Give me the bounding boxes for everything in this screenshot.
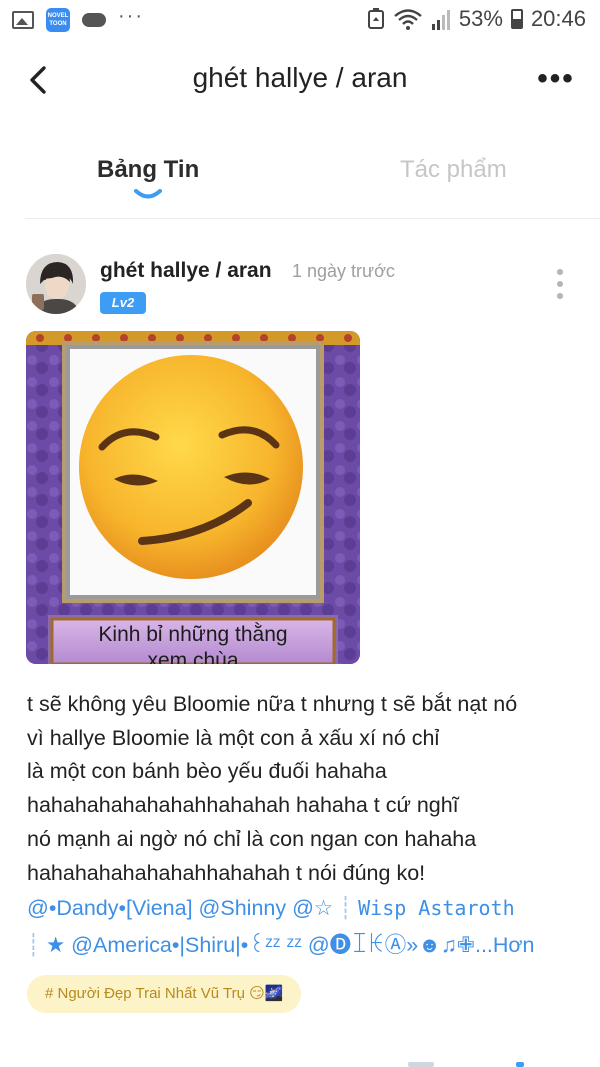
bottom-edge-fragment [516, 1062, 524, 1067]
hashtag-chip[interactable]: # Người Đẹp Trai Nhất Vũ Trụ 😏🌌 [27, 975, 302, 1013]
body-line: t sẽ không yêu Bloomie nữa t nhưng t sẽ … [27, 692, 518, 716]
mention-separator: ┊ [27, 933, 40, 957]
body-line: vì hallye Bloomie là một con ả xấu xí nó… [27, 725, 440, 750]
mention-links[interactable]: @•Dandy•[Viena] @Shinny @☆ [27, 896, 333, 920]
post-image[interactable]: Kinh bỉ những thằng xem chùa [26, 331, 360, 664]
image-caption-line2: xem chùa [147, 649, 238, 664]
noveltoon-app-icon: NOVEL TOON [46, 8, 70, 32]
body-line: là một con bánh bèo yếu đuối hahaha [27, 759, 387, 784]
image-caption-line1: Kinh bỉ những thằng [98, 623, 287, 646]
author-name[interactable]: ghét hallye / aran [100, 259, 272, 283]
app-header: ghét hallye / aran ••• [0, 42, 600, 118]
noveltoon-label: NOVEL TOON [47, 13, 69, 27]
active-tab-indicator [134, 189, 162, 199]
level-badge: Lv2 [100, 292, 146, 314]
signal-icon [431, 10, 450, 30]
more-notifications-icon: ··· [118, 4, 144, 27]
bottom-edge-fragment [408, 1062, 434, 1067]
data-saver-icon [367, 8, 384, 29]
body-line: hahahahahahahahhahahah hahaha t cứ nghĩ [27, 793, 459, 818]
more-horizontal-icon[interactable]: ••• [536, 64, 576, 94]
battery-percent: 53% [458, 6, 503, 31]
body-line: nó mạnh ai ngờ nó chỉ là con ngan con ha… [27, 826, 477, 851]
tab-works[interactable]: Tác phẩm [400, 156, 507, 184]
avatar[interactable] [26, 254, 86, 314]
tab-feed[interactable]: Bảng Tin [97, 156, 199, 184]
smirk-card-image: Kinh bỉ những thằng xem chùa [26, 331, 360, 664]
page-title: ghét hallye / aran [192, 62, 408, 93]
avatar-image [26, 254, 86, 314]
cloud-icon [82, 13, 106, 27]
post-body: t sẽ không yêu Bloomie nữa t nhưng t sẽ … [27, 688, 587, 890]
clock: 20:46 [530, 6, 586, 31]
body-line: hahahahahahahahhahahah t nói đúng ko! [27, 860, 426, 885]
wifi-icon [394, 9, 422, 30]
mentions-line-1: @•Dandy•[Viena] @Shinny @☆ ┊ 𝚆𝚒𝚜𝚙 𝙰𝚜𝚝𝚊𝚛𝚘… [27, 891, 587, 928]
read-more-link[interactable]: ...Hơn [475, 933, 535, 957]
post-mentions: @•Dandy•[Viena] @Shinny @☆ ┊ 𝚆𝚒𝚜𝚙 𝙰𝚜𝚝𝚊𝚛𝚘… [27, 891, 587, 962]
status-bar: NOVEL TOON ··· 53% 20:46 [0, 0, 600, 42]
mentions-line-2: ┊ ★ @America•|Shiru|•꒰ᶻᶻ ᶻᶻ @🅓ꀤꀘⒶ»☻♫✙...… [27, 928, 587, 962]
post-time: 1 ngày trước [292, 261, 395, 281]
gallery-icon [12, 11, 34, 29]
mention-separator: ┊ [339, 896, 353, 920]
battery-icon [510, 9, 523, 29]
mention-link-wisp[interactable]: 𝚆𝚒𝚜𝚙 𝙰𝚜𝚝𝚊𝚛𝚘𝚝𝚑 [358, 899, 515, 922]
mention-links[interactable]: ★ @America•|Shiru|•꒰ᶻᶻ ᶻᶻ @🅓ꀤꀘⒶ»☻♫✙ [46, 933, 475, 957]
tab-bar: Bảng Tin Tác phẩm [25, 140, 600, 219]
post-options-icon[interactable] [548, 266, 572, 302]
